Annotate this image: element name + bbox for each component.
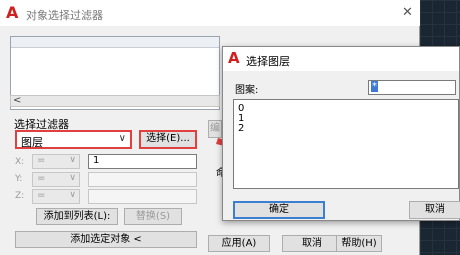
list-item[interactable]: 2 (238, 123, 244, 134)
layers-list[interactable]: 0 1 2 (233, 99, 459, 189)
y-operator-value: = (37, 173, 46, 184)
pattern-input[interactable]: * (368, 80, 456, 95)
z-value-field[interactable] (88, 189, 197, 204)
y-axis-label: Y: (15, 174, 23, 184)
sub-dialog-title: 选择图层 (246, 55, 290, 68)
filter-type-value: 图层 (21, 136, 43, 149)
z-operator-value: = (37, 190, 46, 201)
z-operator-dropdown[interactable]: = ∨ (32, 189, 80, 204)
pattern-label: 图案: (235, 85, 259, 96)
horizontal-scrollbar[interactable]: < (10, 95, 220, 107)
y-value-field[interactable] (88, 172, 197, 187)
filter-type-dropdown[interactable]: 图层 ∨ (15, 130, 132, 149)
chevron-down-icon: ∨ (69, 190, 76, 200)
x-operator-dropdown[interactable]: = ∨ (32, 154, 80, 169)
z-axis-label: Z: (15, 191, 25, 201)
main-dialog-title: 对象选择过滤器 (26, 9, 103, 22)
chevron-down-icon: ∨ (69, 173, 76, 183)
filter-list-header (11, 37, 219, 48)
x-axis-label: X: (15, 157, 25, 167)
replace-button[interactable]: 替换(S) (124, 208, 182, 225)
add-selected-object-button[interactable]: 添加选定对象 < (15, 231, 197, 248)
pattern-value: * (371, 81, 378, 92)
sub-title-bar: A 选择图层 (223, 47, 459, 71)
apply-button[interactable]: 应用(A) (208, 235, 270, 252)
autocad-logo-icon: A (228, 49, 240, 67)
scroll-left-icon[interactable]: < (13, 95, 21, 106)
sub-cancel-button[interactable]: 取消 (409, 201, 460, 219)
add-to-list-button[interactable]: 添加到列表(L): (36, 208, 118, 225)
autocad-logo-icon: A (6, 3, 19, 22)
x-value-field[interactable]: 1 (88, 154, 197, 169)
y-operator-dropdown[interactable]: = ∨ (32, 172, 80, 187)
x-value: 1 (93, 155, 100, 166)
select-button[interactable]: 选择(E)... (139, 130, 197, 149)
main-title-bar: A 对象选择过滤器 ✕ (0, 0, 420, 26)
ok-button[interactable]: 确定 (233, 201, 325, 219)
x-operator-value: = (37, 155, 46, 166)
select-layer-dialog: A 选择图层 图案: * 0 1 2 确定 取消 (222, 46, 460, 221)
cancel-button[interactable]: 取消 (282, 235, 342, 252)
help-button[interactable]: 帮助(H) (336, 235, 382, 252)
close-icon[interactable]: ✕ (402, 5, 413, 20)
chevron-down-icon: ∨ (69, 155, 76, 165)
chevron-down-icon: ∨ (118, 133, 126, 144)
